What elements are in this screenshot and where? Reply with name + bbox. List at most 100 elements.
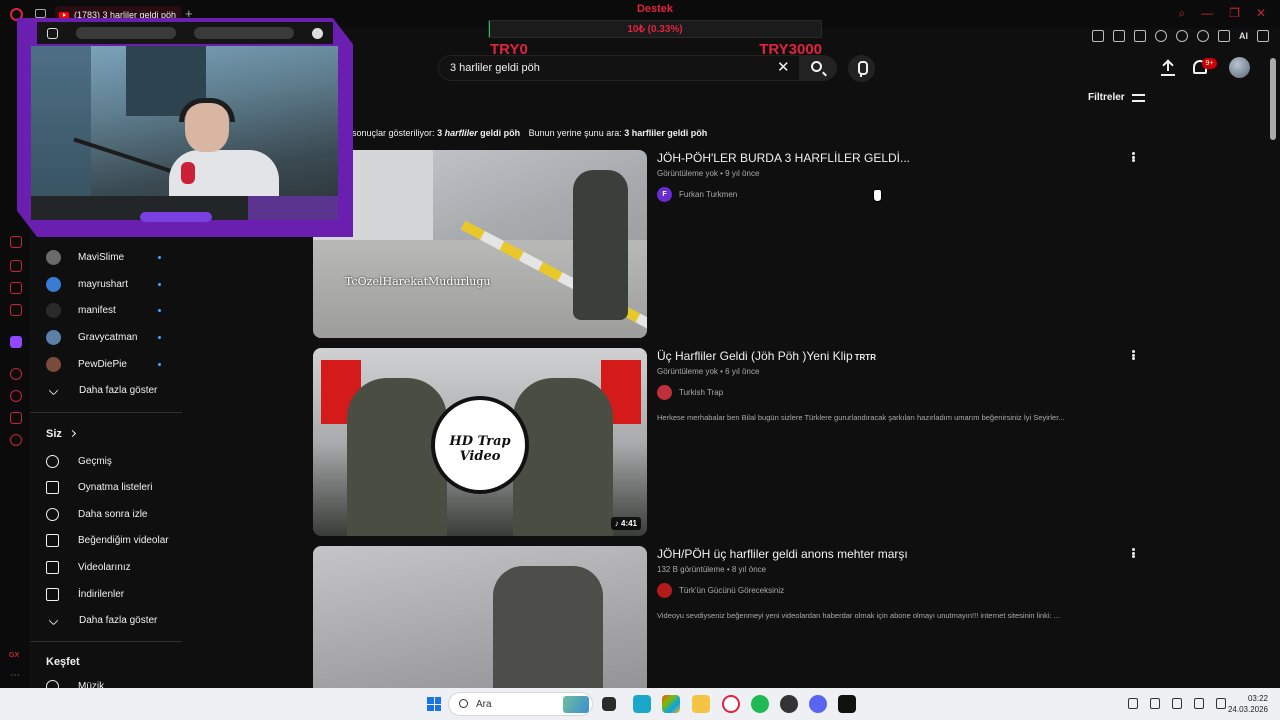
video-title[interactable]: JÖH/PÖH üç harfliler geldi anons mehter … xyxy=(657,547,908,561)
snapshot-icon[interactable] xyxy=(1113,30,1125,42)
show-more-subscriptions-button[interactable]: Daha fazla göster xyxy=(46,380,186,400)
search-icon xyxy=(459,699,468,708)
windows-start-icon[interactable] xyxy=(427,697,441,711)
sidebar-item-label: Daha fazla göster xyxy=(79,384,158,396)
mouse-cursor xyxy=(873,189,882,202)
explore-section-heading: Keşfet xyxy=(46,656,80,668)
more-options-button[interactable] xyxy=(1130,150,1136,164)
spelling-original-query[interactable]: 3 harfliler geldi pöh xyxy=(624,128,707,138)
show-more-you-button[interactable]: Daha fazla göster xyxy=(46,610,186,630)
capcut-icon[interactable] xyxy=(838,695,856,713)
sidebar-app-icon[interactable] xyxy=(10,390,22,402)
sidebar-app-icon[interactable] xyxy=(10,236,22,248)
more-options-button[interactable] xyxy=(1130,348,1136,362)
more-options-button[interactable] xyxy=(1130,546,1136,560)
you-section-heading[interactable]: Siz xyxy=(46,428,76,440)
video-result[interactable]: HD Trap Video ♪ 4:41 Üç Harfliler Geldi … xyxy=(313,348,1143,536)
display-icon[interactable] xyxy=(1194,698,1204,709)
spelling-corrected-rest[interactable]: geldi pöh xyxy=(480,128,520,138)
maximize-button[interactable]: ❐ xyxy=(1229,6,1240,20)
divider xyxy=(30,641,182,642)
sidebar-item-label: mayrushart xyxy=(78,278,129,290)
video-title[interactable]: JÖH-PÖH'LER BURDA 3 HARFLİLER GELDİ... xyxy=(657,151,910,165)
spelling-corrected-num[interactable]: 3 xyxy=(437,128,442,138)
microphone-icon[interactable] xyxy=(1172,698,1182,709)
windows-taskbar: Ara 03:22 24.03.2026 xyxy=(0,688,1280,720)
sidebar-item-subscription[interactable]: PewDiePie xyxy=(46,354,186,374)
discord-icon[interactable] xyxy=(809,695,827,713)
more-icon[interactable]: ⋯ xyxy=(10,670,20,681)
sidebar-item-watch-later[interactable]: Daha sonra izle xyxy=(46,504,186,524)
search-button[interactable] xyxy=(799,56,837,80)
sidebar-item-subscription[interactable]: mayrushart xyxy=(46,274,186,294)
sidebar-item-your-videos[interactable]: Videolarınız xyxy=(46,557,186,577)
tab-islands-icon[interactable] xyxy=(35,9,46,18)
network-icon[interactable] xyxy=(1150,698,1160,709)
heart-icon[interactable] xyxy=(1176,30,1188,42)
spelling-corrected-word[interactable]: harfliler xyxy=(445,128,478,138)
taskbar-search[interactable]: Ara xyxy=(448,692,593,716)
sidebar-app-icon[interactable] xyxy=(10,304,22,316)
close-button[interactable]: ✕ xyxy=(1256,6,1266,20)
thumbnail-watermark: TcOzelHarekatMudurlugu xyxy=(345,275,491,288)
account-avatar[interactable] xyxy=(1229,57,1250,78)
channel-link[interactable]: F Furkan Turkmen xyxy=(657,187,737,202)
opera-gx-icon[interactable] xyxy=(722,695,740,713)
file-explorer-icon[interactable] xyxy=(692,695,710,713)
voice-search-button[interactable] xyxy=(848,55,875,82)
profile-icon[interactable] xyxy=(1197,30,1209,42)
tray-chevron-icon[interactable] xyxy=(1128,698,1138,709)
video-title[interactable]: Üç Harfliler Geldi (Jöh Pöh )Yeni Klip TR… xyxy=(657,349,876,363)
chevron-down-icon xyxy=(48,615,59,625)
video-result[interactable]: TcOzelHarekatMudurlugu JÖH-PÖH'LER BURDA… xyxy=(313,150,1143,338)
minimize-button[interactable]: — xyxy=(1201,6,1213,20)
search-input[interactable]: 3 harliler geldi pöh xyxy=(450,62,540,74)
volume-icon[interactable] xyxy=(1216,698,1226,709)
gx-icon[interactable]: GX xyxy=(9,652,19,659)
sidebar-item-subscription[interactable]: Gravycatman xyxy=(46,327,186,347)
player-icon[interactable] xyxy=(1155,30,1167,42)
upload-icon[interactable] xyxy=(1161,59,1175,76)
widgets-icon[interactable] xyxy=(633,695,651,713)
video-result[interactable]: JÖH/PÖH üç harfliler geldi anons mehter … xyxy=(313,546,1143,688)
sidebar-item-subscription[interactable]: manifest xyxy=(46,300,186,320)
pin-icon[interactable] xyxy=(1092,30,1104,42)
browser-search-icon[interactable]: ⌕ xyxy=(1178,6,1185,20)
copilot-icon[interactable] xyxy=(662,695,680,713)
download-icon[interactable] xyxy=(1218,30,1230,42)
sidebar-app-icon[interactable] xyxy=(10,412,22,424)
channel-link[interactable]: Türk'ün Gücünü Göreceksiniz xyxy=(657,583,784,598)
spotify-icon[interactable] xyxy=(751,695,769,713)
page-scrollbar[interactable] xyxy=(1270,58,1276,140)
channel-link[interactable]: Turkish Trap xyxy=(657,385,723,400)
sidebar-app-icon[interactable] xyxy=(10,260,22,272)
donation-goal-overlay: Destek 10₺ (0.33%) TRY0 TRY3000 xyxy=(488,2,822,58)
sidebar-app-icon[interactable] xyxy=(10,282,22,294)
sidebar-item-subscription[interactable]: MaviSlime xyxy=(46,247,186,267)
sidebar-item-liked-videos[interactable]: Beğendiğim videolar xyxy=(46,530,186,550)
sidebar-item-playlists[interactable]: Oynatma listeleri xyxy=(46,477,186,497)
sidebar-item-history[interactable]: Geçmiş xyxy=(46,451,186,471)
twitch-icon[interactable] xyxy=(10,336,22,348)
chevron-down-icon xyxy=(48,385,59,395)
sidebar-item-downloads[interactable]: İndirilenler xyxy=(46,584,186,604)
video-meta: Görüntüleme yok • 6 yıl önce xyxy=(657,367,760,376)
video-thumbnail[interactable]: TcOzelHarekatMudurlugu xyxy=(313,150,647,338)
channel-avatar xyxy=(657,385,672,400)
your-videos-icon xyxy=(46,560,59,574)
sidebar-item-label: PewDiePie xyxy=(78,358,127,370)
task-view-icon[interactable] xyxy=(602,697,616,711)
sidebar-app-icon[interactable] xyxy=(10,368,22,380)
filters-button[interactable]: Filtreler xyxy=(1088,92,1145,103)
steam-icon[interactable] xyxy=(780,695,798,713)
video-thumbnail[interactable] xyxy=(313,546,647,688)
clear-search-icon[interactable]: ✕ xyxy=(777,60,790,76)
video-description: Videoyu sevdiyseniz beğenmeyi yeni video… xyxy=(657,611,1061,620)
settings-icon[interactable] xyxy=(10,434,22,446)
taskbar-clock[interactable]: 03:22 24.03.2026 xyxy=(1226,693,1268,715)
search-box[interactable]: 3 harliler geldi pöh ✕ xyxy=(438,55,837,81)
shield-icon[interactable] xyxy=(1134,30,1146,42)
video-thumbnail[interactable]: HD Trap Video ♪ 4:41 xyxy=(313,348,647,536)
ai-button[interactable]: AI xyxy=(1239,31,1248,41)
menu-icon[interactable] xyxy=(1257,30,1269,42)
